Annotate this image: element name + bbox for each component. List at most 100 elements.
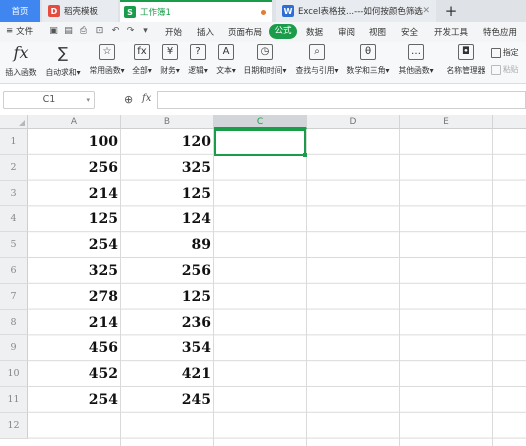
cell-a5[interactable]: 254	[28, 232, 121, 258]
cell-b6[interactable]: 256	[121, 258, 214, 284]
close-icon[interactable]: ✕	[422, 6, 430, 16]
menu-page-layout[interactable]: 页面布局	[228, 26, 262, 38]
other-functions-button[interactable]: … 其他函数▾	[396, 44, 436, 82]
cell-a4[interactable]: 125	[28, 206, 121, 232]
menu-security[interactable]: 安全	[401, 26, 418, 38]
column-header-f[interactable]	[493, 115, 526, 129]
name-box[interactable]: C1 ▾	[3, 91, 95, 109]
row-header-4[interactable]: 4	[0, 206, 28, 233]
column-header-e[interactable]: E	[400, 115, 493, 129]
menu-developer[interactable]: 开发工具	[434, 26, 468, 38]
lookup-button[interactable]: ⌕ 查找与引用▾	[294, 44, 340, 82]
logic-icon: ?	[190, 44, 206, 60]
cell-b7[interactable]: 125	[121, 284, 214, 310]
redo-icon[interactable]: ↷	[125, 25, 136, 38]
print-icon[interactable]: ⎙	[78, 25, 89, 38]
specify-button[interactable]: 指定	[491, 47, 519, 58]
menu-review[interactable]: 审阅	[338, 26, 355, 38]
cell-area[interactable]: 100 120 256 325 214 125 125 124 254 89 325 256 278 12…	[28, 129, 526, 446]
paste-button[interactable]: 粘贴	[491, 64, 519, 75]
cell-b1[interactable]: 120	[121, 129, 214, 155]
clock-icon: ◷	[257, 44, 273, 60]
row-header-7[interactable]: 7	[0, 283, 28, 310]
save-icon[interactable]: ▣	[48, 25, 59, 38]
cell-a11[interactable]: 254	[28, 387, 121, 413]
theta-icon: θ	[360, 44, 376, 60]
cell-b4[interactable]: 124	[121, 206, 214, 232]
fx-icon: fx	[13, 43, 29, 62]
common-functions-button[interactable]: ☆ 常用函数▾	[87, 44, 127, 82]
math-button[interactable]: θ 数学和三角▾	[345, 44, 391, 82]
row-header-1[interactable]: 1	[0, 129, 28, 155]
datetime-button[interactable]: ◷ 日期和时间▾	[242, 44, 288, 82]
all-functions-button[interactable]: fx 全部▾	[130, 44, 154, 82]
spreadsheet-icon: S	[124, 6, 136, 18]
menu-view[interactable]: 视图	[369, 26, 386, 38]
cell-b3[interactable]: 125	[121, 181, 214, 207]
specify-icon	[491, 47, 501, 58]
row-header-8[interactable]: 8	[0, 309, 28, 336]
active-cell-c1[interactable]	[214, 129, 307, 157]
logic-button[interactable]: ? 逻辑▾	[186, 44, 210, 82]
tab-home[interactable]: 首页	[0, 0, 40, 22]
menu-data[interactable]: 数据	[306, 26, 323, 38]
column-header-c[interactable]: C	[214, 115, 307, 129]
fx-label[interactable]: fx	[142, 93, 151, 104]
row-header-3[interactable]: 3	[0, 180, 28, 207]
export-pdf-icon[interactable]: ▤	[63, 25, 74, 38]
cell-a3[interactable]: 214	[28, 181, 121, 207]
menu-insert[interactable]: 插入	[197, 26, 214, 38]
tab-template[interactable]: D 稻壳模板	[42, 0, 118, 22]
name-manager-button[interactable]: ◘ 名称管理器	[444, 44, 488, 82]
row-header-10[interactable]: 10	[0, 361, 28, 387]
column-header-a[interactable]: A	[28, 115, 121, 129]
cell-b10[interactable]: 421	[121, 361, 214, 387]
file-menu[interactable]: ≡ 文件	[6, 25, 33, 37]
cell-b11[interactable]: 245	[121, 387, 214, 413]
row-header-11[interactable]: 11	[0, 387, 28, 413]
quick-access-dropdown-icon[interactable]: ▾	[140, 25, 151, 38]
menu-special[interactable]: 特色应用	[483, 26, 517, 38]
cell-a8[interactable]: 214	[28, 310, 121, 336]
cell-a1[interactable]: 100	[28, 129, 121, 155]
name-box-value: C1	[42, 94, 56, 105]
file-menu-label: 文件	[16, 27, 34, 37]
tab-workbook[interactable]: S 工作簿1	[120, 0, 272, 22]
monitor-icon[interactable]: ▭	[411, 6, 420, 16]
autosum-button[interactable]: ∑ 自动求和▾	[43, 44, 83, 82]
cell-b8[interactable]: 236	[121, 310, 214, 336]
insert-function-button[interactable]: fx 插入函数	[4, 44, 38, 82]
cell-a10[interactable]: 452	[28, 361, 121, 387]
select-all-corner[interactable]	[0, 115, 28, 129]
hamburger-icon: ≡	[6, 26, 14, 36]
cell-b9[interactable]: 354	[121, 335, 214, 361]
cell-b2[interactable]: 325	[121, 155, 214, 181]
tab-excel-label: Excel表格技...---如何按颜色筛选	[298, 7, 423, 17]
chevron-down-icon[interactable]: ▾	[86, 92, 90, 108]
tab-excel-article[interactable]: W Excel表格技...---如何按颜色筛选 ▭ ✕	[276, 0, 436, 22]
cell-a7[interactable]: 278	[28, 284, 121, 310]
cell-a2[interactable]: 256	[28, 155, 121, 181]
column-header-d[interactable]: D	[307, 115, 400, 129]
undo-icon[interactable]: ↶	[110, 25, 121, 38]
new-tab-button[interactable]: +	[442, 2, 460, 20]
tab-home-label: 首页	[11, 7, 29, 17]
row-header-9[interactable]: 9	[0, 335, 28, 362]
formula-input[interactable]	[157, 91, 526, 109]
cell-a9[interactable]: 456	[28, 335, 121, 361]
menu-start[interactable]: 开始	[165, 26, 182, 38]
paste-icon	[491, 64, 501, 75]
row-header-12[interactable]: 12	[0, 412, 28, 439]
column-header-b[interactable]: B	[121, 115, 214, 129]
zoom-icon[interactable]: ⊕	[124, 93, 133, 106]
print-preview-icon[interactable]: ⊡	[94, 25, 105, 38]
text-functions-button[interactable]: A 文本▾	[214, 44, 238, 82]
spreadsheet-grid: A B C D E 1 2 3 4 5 6 7 8 9 10 11 12 100 120 256 325 21…	[0, 115, 526, 446]
row-header-2[interactable]: 2	[0, 154, 28, 181]
row-header-5[interactable]: 5	[0, 232, 28, 258]
cell-b5[interactable]: 89	[121, 232, 214, 258]
menu-formulas[interactable]: 公式	[269, 24, 297, 39]
finance-button[interactable]: ¥ 财务▾	[158, 44, 182, 82]
cell-a6[interactable]: 325	[28, 258, 121, 284]
row-header-6[interactable]: 6	[0, 258, 28, 284]
